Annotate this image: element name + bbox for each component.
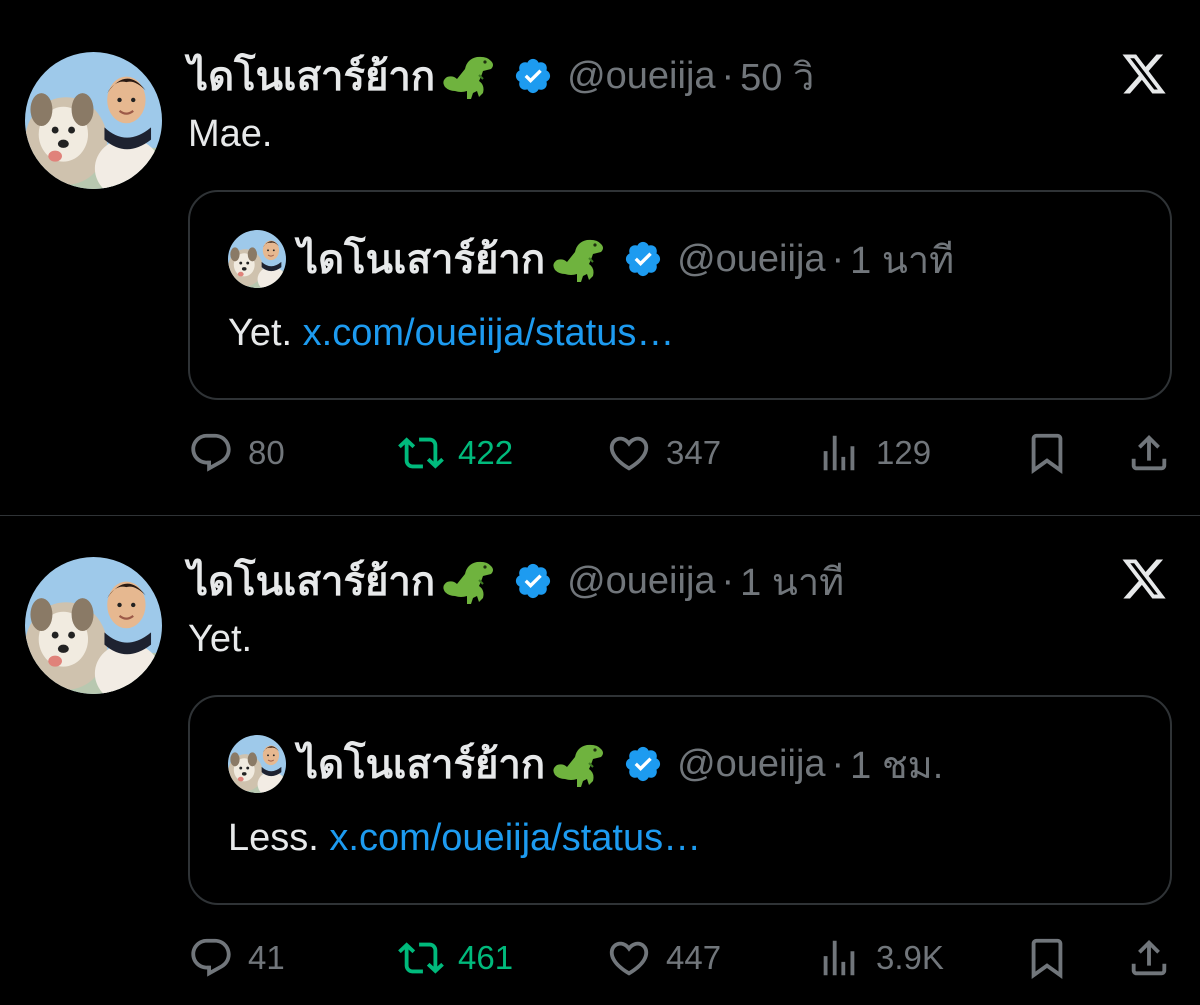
avatar-image [228,230,286,288]
share-button[interactable] [1126,425,1172,481]
reply-button[interactable]: 80 [188,425,285,481]
reply-count: 41 [248,939,285,976]
avatar[interactable] [25,52,162,189]
author-handle[interactable]: @oueiija [567,560,715,603]
t-rex-icon [549,234,609,284]
bookmark-icon [1024,430,1070,476]
quoted-tweet[interactable]: ไดโนเสาร์ย้าก @oueiija · 1 ชม. Less. x.c… [188,695,1172,905]
quoted-text-container: Less. x.com/oueiija/status… [228,817,701,860]
quoted-avatar [228,735,286,793]
separator-dot: · [831,742,845,785]
x-logo-icon [1118,50,1170,98]
bookmark-icon [1024,935,1070,981]
t-rex-icon [549,739,609,789]
x-logo-icon [1118,555,1170,603]
avatar-image [228,735,286,793]
bar-chart-icon [816,935,862,981]
tweet[interactable]: ไดโนเสาร์ย้าก @oueiija · 1 นาที Yet. ไดโ… [0,505,1200,1005]
quoted-timestamp: 1 นาที [850,239,955,282]
views-button[interactable]: 3.9K [816,930,944,986]
share-button[interactable] [1126,930,1172,986]
tweet[interactable]: ไดโนเสาร์ย้าก @oueiija · 50 วิ Mae. ไดโน… [0,0,1200,500]
tweet-text: Mae. [188,113,273,155]
retweet-icon [398,935,444,981]
avatar-image [25,557,162,694]
bar-chart-icon [816,430,862,476]
retweet-button[interactable]: 461 [398,930,513,986]
like-count: 447 [666,939,722,976]
heart-icon [606,935,652,981]
reply-button[interactable]: 41 [188,930,285,986]
verified-badge-icon [623,239,663,279]
action-bar: 41 461 447 3.9K [188,930,1178,986]
retweet-icon [398,430,444,476]
quoted-author-name: ไดโนเสาร์ย้าก [298,743,546,787]
quoted-text-container: Yet. x.com/oueiija/status… [228,312,674,355]
bookmark-button[interactable] [1024,930,1070,986]
like-count: 347 [666,434,722,471]
separator-dot: · [721,54,735,97]
t-rex-icon [439,51,499,101]
quoted-author-name: ไดโนเสาร์ย้าก [298,238,546,282]
tweet-text: Yet. [188,618,253,660]
author-name[interactable]: ไดโนเสาร์ย้าก [188,549,435,613]
verified-badge-icon [623,744,663,784]
share-icon [1126,935,1172,981]
quoted-link[interactable]: x.com/oueiija/status… [329,817,701,859]
separator-dot: · [831,237,845,280]
quoted-timestamp: 1 ชม. [850,744,944,787]
timestamp[interactable]: 50 วิ [740,46,814,107]
retweet-count: 422 [458,434,514,471]
bookmark-button[interactable] [1024,425,1070,481]
quoted-avatar [228,230,286,288]
author-name[interactable]: ไดโนเสาร์ย้าก [188,44,435,108]
like-button[interactable]: 347 [606,425,721,481]
verified-badge-icon[interactable] [513,561,553,601]
share-icon [1126,430,1172,476]
retweet-count: 461 [458,939,514,976]
retweet-button[interactable]: 422 [398,425,513,481]
reply-icon [188,935,234,981]
quoted-author-handle: @oueiija [677,742,826,785]
quoted-tweet[interactable]: ไดโนเสาร์ย้าก @oueiija · 1 นาที Yet. x.c… [188,190,1172,400]
quoted-author-handle: @oueiija [677,237,826,280]
quoted-header: ไดโนเสาร์ย้าก @oueiija · 1 นาที [298,230,954,288]
verified-badge-icon[interactable] [513,56,553,96]
t-rex-icon [439,556,499,606]
views-count: 129 [876,434,932,471]
avatar[interactable] [25,557,162,694]
like-button[interactable]: 447 [606,930,721,986]
timestamp[interactable]: 1 นาที [740,551,844,612]
action-bar: 80 422 347 129 [188,425,1178,481]
quoted-link[interactable]: x.com/oueiija/status… [303,312,675,354]
avatar-image [25,52,162,189]
tweet-header: ไดโนเสาร์ย้าก @oueiija · 1 นาที [188,553,844,609]
quoted-text: Less. [228,817,319,859]
quoted-text: Yet. [228,312,293,354]
reply-count: 80 [248,434,285,471]
quoted-header: ไดโนเสาร์ย้าก @oueiija · 1 ชม. [298,735,943,793]
views-button[interactable]: 129 [816,425,931,481]
separator-dot: · [721,559,735,602]
author-handle[interactable]: @oueiija [567,55,715,98]
reply-icon [188,430,234,476]
tweet-header: ไดโนเสาร์ย้าก @oueiija · 50 วิ [188,48,814,104]
views-count: 3.9K [876,939,944,976]
heart-icon [606,430,652,476]
